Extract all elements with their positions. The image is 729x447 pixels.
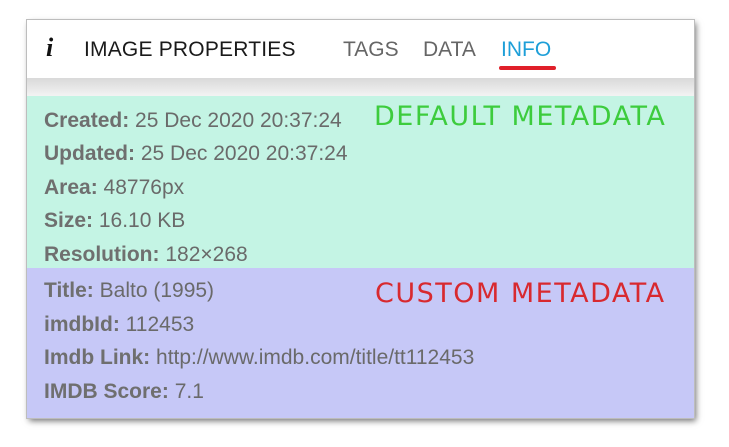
- metadata-key: Resolution:: [44, 243, 160, 266]
- metadata-value: http://www.imdb.com/title/tt112453: [156, 346, 475, 369]
- metadata-row-updated: Updated: 25 Dec 2020 20:37:24: [44, 142, 348, 166]
- metadata-key: Size:: [44, 209, 94, 232]
- metadata-row-created: Created: 25 Dec 2020 20:37:24: [44, 109, 342, 133]
- custom-metadata-annotation: CUSTOM METADATA: [375, 278, 666, 309]
- metadata-value: 182×268: [165, 243, 248, 266]
- tab-info[interactable]: INFO: [501, 38, 551, 62]
- metadata-row-imdbid: imdbId: 112453: [44, 313, 194, 337]
- metadata-key: Title:: [44, 279, 94, 302]
- panel-title: IMAGE PROPERTIES: [84, 38, 296, 61]
- image-properties-panel: i IMAGE PROPERTIES TAGS DATA INFO Create…: [27, 20, 694, 418]
- header-divider: [27, 78, 694, 96]
- active-tab-underline: [499, 66, 556, 70]
- tab-data[interactable]: DATA: [423, 38, 476, 62]
- metadata-row-imdb-score: IMDB Score: 7.1: [44, 380, 204, 404]
- default-metadata-annotation: DEFAULT METADATA: [374, 101, 667, 132]
- tab-tags[interactable]: TAGS: [343, 38, 399, 62]
- metadata-value: 16.10 KB: [98, 209, 186, 232]
- metadata-row-resolution: Resolution: 182×268: [44, 243, 248, 267]
- metadata-key: Created:: [44, 109, 130, 132]
- info-icon: i: [46, 33, 54, 62]
- metadata-value: 25 Dec 2020 20:37:24: [135, 109, 342, 132]
- panel-header: i IMAGE PROPERTIES TAGS DATA INFO: [27, 20, 694, 78]
- metadata-value: 48776px: [103, 176, 185, 199]
- metadata-row-size: Size: 16.10 KB: [44, 209, 185, 233]
- metadata-row-area: Area: 48776px: [44, 176, 184, 200]
- metadata-key: Area:: [44, 176, 98, 199]
- metadata-value: 7.1: [174, 380, 204, 403]
- metadata-value: 25 Dec 2020 20:37:24: [140, 142, 348, 165]
- metadata-key: Imdb Link:: [44, 346, 151, 369]
- metadata-value: 112453: [125, 313, 195, 336]
- metadata-key: imdbId:: [44, 313, 120, 336]
- metadata-row-imdb-link: Imdb Link: http://www.imdb.com/title/tt1…: [44, 346, 474, 370]
- metadata-key: Updated:: [44, 142, 135, 165]
- metadata-value: Balto (1995): [99, 279, 215, 302]
- metadata-row-title: Title: Balto (1995): [44, 279, 214, 303]
- metadata-key: IMDB Score:: [44, 380, 169, 403]
